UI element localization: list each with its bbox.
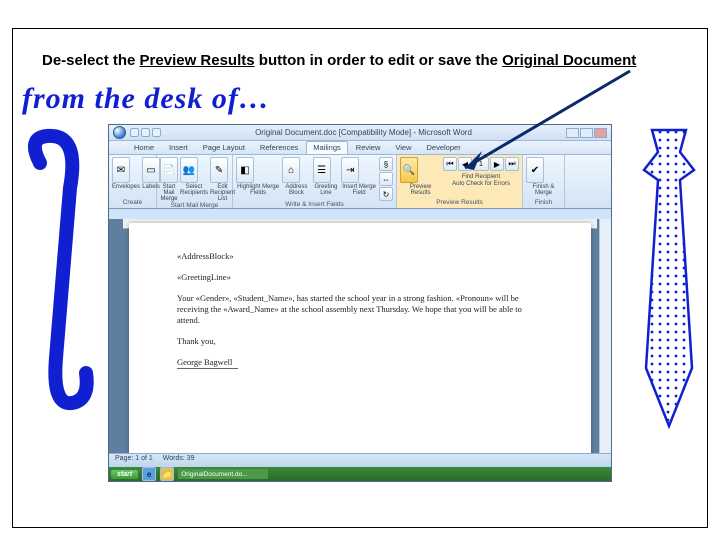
signature-line: George Bagwell [177, 357, 238, 369]
qat-redo-icon[interactable] [152, 128, 161, 137]
tab-page-layout[interactable]: Page Layout [196, 141, 252, 154]
rules-icon[interactable]: § [379, 157, 393, 171]
field-address-block: «AddressBlock» [177, 251, 543, 262]
address-block-icon[interactable]: ⌂ [282, 157, 300, 183]
group-preview-results: 🔍Preview Results ⏮ ◀ 1 ▶ ⏭ Find Recipien… [397, 155, 523, 208]
taskbar-word-item[interactable]: OriginalDocument.do... [178, 469, 268, 479]
instruction-pre: De-select the [42, 52, 140, 69]
qat-undo-icon[interactable] [141, 128, 150, 137]
original-document-term: Original Document [502, 52, 636, 69]
edit-recipient-list-icon[interactable]: ✎ [210, 157, 228, 183]
finish-merge-icon[interactable]: ✔ [526, 157, 544, 183]
prev-record-icon[interactable]: ◀ [458, 157, 472, 171]
status-bar: Page: 1 of 1 Words: 39 [109, 453, 611, 467]
vertical-scrollbar[interactable] [599, 219, 611, 453]
document-page[interactable]: «AddressBlock» «GreetingLine» Your «Gend… [129, 223, 591, 453]
first-record-icon[interactable]: ⏮ [443, 157, 457, 171]
addr-block-label: Address Block [282, 184, 310, 196]
group-create-title: Create [112, 199, 153, 206]
group-finish-title: Finish [526, 199, 561, 206]
greeting-label: Greeting Line [313, 184, 340, 196]
find-recipient-label[interactable]: Find Recipient [443, 174, 519, 180]
highlight-label: Highlight Merge Fields [236, 184, 280, 196]
tie-decoration [632, 128, 706, 433]
office-button[interactable] [113, 126, 126, 139]
envelopes-label: Envelopes [112, 184, 140, 190]
group-preview-title: Preview Results [400, 199, 519, 206]
next-record-icon[interactable]: ▶ [490, 157, 504, 171]
desk-of-heading: from the desk of… [22, 82, 270, 116]
tab-home[interactable]: Home [127, 141, 161, 154]
highlight-fields-icon[interactable]: ◧ [236, 157, 254, 183]
word-window: Original Document.doc [Compatibility Mod… [108, 124, 612, 482]
start-mail-merge-icon[interactable]: 📄 [160, 157, 178, 183]
status-words[interactable]: Words: 39 [163, 455, 195, 466]
close-button[interactable] [594, 128, 607, 138]
finish-label: Finish & Merge [526, 184, 561, 196]
tab-insert[interactable]: Insert [162, 141, 195, 154]
quick-access-toolbar [130, 128, 161, 137]
field-greeting-line: «GreetingLine» [177, 272, 543, 283]
status-page[interactable]: Page: 1 of 1 [115, 455, 153, 466]
cursive-l-decoration [22, 128, 94, 418]
ribbon-tabs: Home Insert Page Layout References Maili… [109, 141, 611, 155]
auto-check-label[interactable]: Auto Check for Errors [443, 181, 519, 187]
window-controls [566, 128, 607, 138]
instruction-mid: button in order to edit or save the [255, 52, 503, 69]
last-record-icon[interactable]: ⏭ [505, 157, 519, 171]
tab-references[interactable]: References [253, 141, 305, 154]
edit-rec-label: Edit Recipient List [210, 184, 235, 202]
start-merge-label: Start Mail Merge [160, 184, 178, 202]
select-rec-label: Select Recipients [180, 184, 208, 196]
preview-results-term: Preview Results [140, 52, 255, 69]
group-finish: ✔Finish & Merge Finish [523, 155, 565, 208]
preview-results-button[interactable]: 🔍 [400, 157, 418, 183]
taskbar-explorer-icon[interactable]: 📁 [160, 467, 174, 481]
group-create: ✉Envelopes ▭Labels Create [109, 155, 157, 208]
group-write-insert: ◧Highlight Merge Fields ⌂Address Block ☰… [233, 155, 397, 208]
minimize-button[interactable] [566, 128, 579, 138]
instruction-text: De-select the Preview Results button in … [42, 52, 678, 69]
body-paragraph: Your «Gender», «Student_Name», has start… [177, 293, 543, 326]
group-start-mail-merge: 📄Start Mail Merge 👥Select Recipients ✎Ed… [157, 155, 233, 208]
tab-review[interactable]: Review [349, 141, 388, 154]
window-title: Original Document.doc [Compatibility Mod… [165, 128, 562, 137]
taskbar-ie-icon[interactable]: e [142, 467, 156, 481]
thank-you-line: Thank you, [177, 336, 543, 347]
windows-taskbar: start e 📁 OriginalDocument.do... [109, 467, 611, 481]
tab-view[interactable]: View [388, 141, 418, 154]
group-write-title: Write & Insert Fields [236, 201, 393, 208]
envelopes-icon[interactable]: ✉ [112, 157, 130, 183]
preview-label: Preview Results [400, 184, 441, 196]
qat-save-icon[interactable] [130, 128, 139, 137]
tab-developer[interactable]: Developer [420, 141, 468, 154]
greeting-line-icon[interactable]: ☰ [313, 157, 331, 183]
record-number[interactable]: 1 [473, 157, 489, 171]
ribbon: ✉Envelopes ▭Labels Create 📄Start Mail Me… [109, 155, 611, 209]
update-labels-icon[interactable]: ↻ [379, 187, 393, 201]
match-fields-icon[interactable]: ⇔ [379, 172, 393, 186]
group-start-title: Start Mail Merge [160, 202, 229, 209]
insert-field-label: Insert Merge Field [341, 184, 377, 196]
select-recipients-icon[interactable]: 👥 [180, 157, 198, 183]
tab-mailings[interactable]: Mailings [306, 141, 348, 154]
titlebar: Original Document.doc [Compatibility Mod… [109, 125, 611, 141]
start-button[interactable]: start [111, 470, 138, 479]
maximize-button[interactable] [580, 128, 593, 138]
insert-merge-field-icon[interactable]: ⇥ [341, 157, 359, 183]
document-area: «AddressBlock» «GreetingLine» Your «Gend… [109, 219, 611, 453]
